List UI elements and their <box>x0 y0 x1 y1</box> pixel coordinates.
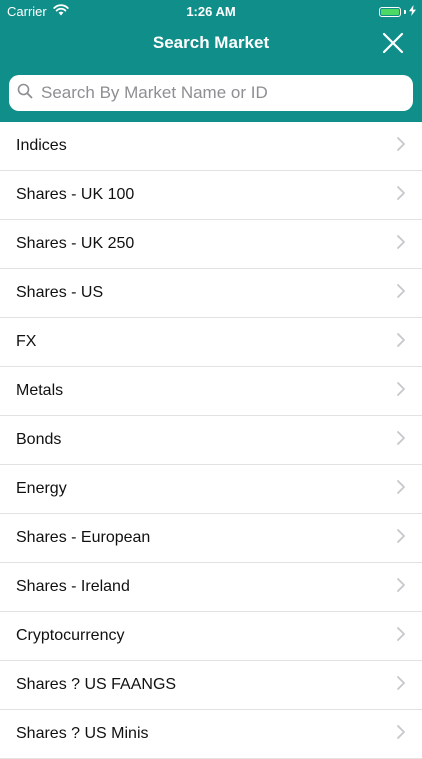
market-item-label: Shares - US <box>16 284 104 301</box>
search-icon <box>17 83 33 104</box>
battery-tip <box>404 9 406 14</box>
close-icon <box>382 32 404 54</box>
chevron-right-icon <box>396 626 406 647</box>
status-time: 1:26 AM <box>186 4 236 19</box>
search-bar <box>0 64 422 111</box>
chevron-right-icon <box>396 185 406 206</box>
market-list-item[interactable]: Shares - Ireland <box>0 563 422 612</box>
close-button[interactable] <box>382 32 404 54</box>
market-item-label: Shares - UK 250 <box>16 235 135 252</box>
market-item-label: Shares ? US Minis <box>16 725 149 742</box>
page-title: Search Market <box>152 33 270 52</box>
market-item-label: Shares - European <box>16 529 151 546</box>
market-item-label: FX <box>16 333 37 350</box>
chevron-right-icon <box>396 234 406 255</box>
chevron-right-icon <box>396 283 406 304</box>
battery-icon <box>379 6 401 17</box>
market-item-label: Energy <box>16 480 67 497</box>
market-list-item[interactable]: Cryptocurrency <box>0 612 422 661</box>
market-item-label: Cryptocurrency <box>16 627 125 644</box>
market-list-item[interactable]: Indices <box>0 122 422 171</box>
market-item-label: Shares - UK 100 <box>16 186 135 203</box>
chevron-right-icon <box>396 136 406 157</box>
market-list-item[interactable]: Metals <box>0 367 422 416</box>
search-input[interactable] <box>39 82 413 104</box>
market-list: Indices Shares - UK 100 Shares - UK 250 Sha… <box>0 122 422 759</box>
market-item-label: Bonds <box>16 431 62 448</box>
status-right <box>379 4 416 19</box>
chevron-right-icon <box>396 332 406 353</box>
market-item-label: Indices <box>16 137 67 154</box>
market-list-item[interactable]: Shares - UK 100 <box>0 171 422 220</box>
charging-bolt-icon <box>409 4 416 19</box>
chevron-right-icon <box>396 675 406 696</box>
market-list-item[interactable]: Shares ? US FAANGS <box>0 661 422 710</box>
market-list-item[interactable]: Shares - European <box>0 514 422 563</box>
market-list-item[interactable]: Shares - US <box>0 269 422 318</box>
chevron-right-icon <box>396 479 406 500</box>
market-list-item[interactable]: Bonds <box>0 416 422 465</box>
market-item-label: Shares - Ireland <box>16 578 130 595</box>
status-bar: Carrier 1:26 AM <box>0 0 422 22</box>
market-list-item[interactable]: Shares ? US Minis <box>0 710 422 759</box>
chevron-right-icon <box>396 381 406 402</box>
chevron-right-icon <box>396 577 406 598</box>
search-field[interactable] <box>9 75 413 111</box>
chevron-right-icon <box>396 528 406 549</box>
market-list-item[interactable]: FX <box>0 318 422 367</box>
market-item-label: Shares ? US FAANGS <box>16 676 177 693</box>
chevron-right-icon <box>396 724 406 745</box>
chevron-right-icon <box>396 430 406 451</box>
market-list-item[interactable]: Energy <box>0 465 422 514</box>
nav-bar: Search Market <box>0 22 422 64</box>
market-list-item[interactable]: Shares - UK 250 <box>0 220 422 269</box>
header-area: Carrier 1:26 AM Search Market <box>0 0 422 122</box>
market-item-label: Metals <box>16 382 64 399</box>
